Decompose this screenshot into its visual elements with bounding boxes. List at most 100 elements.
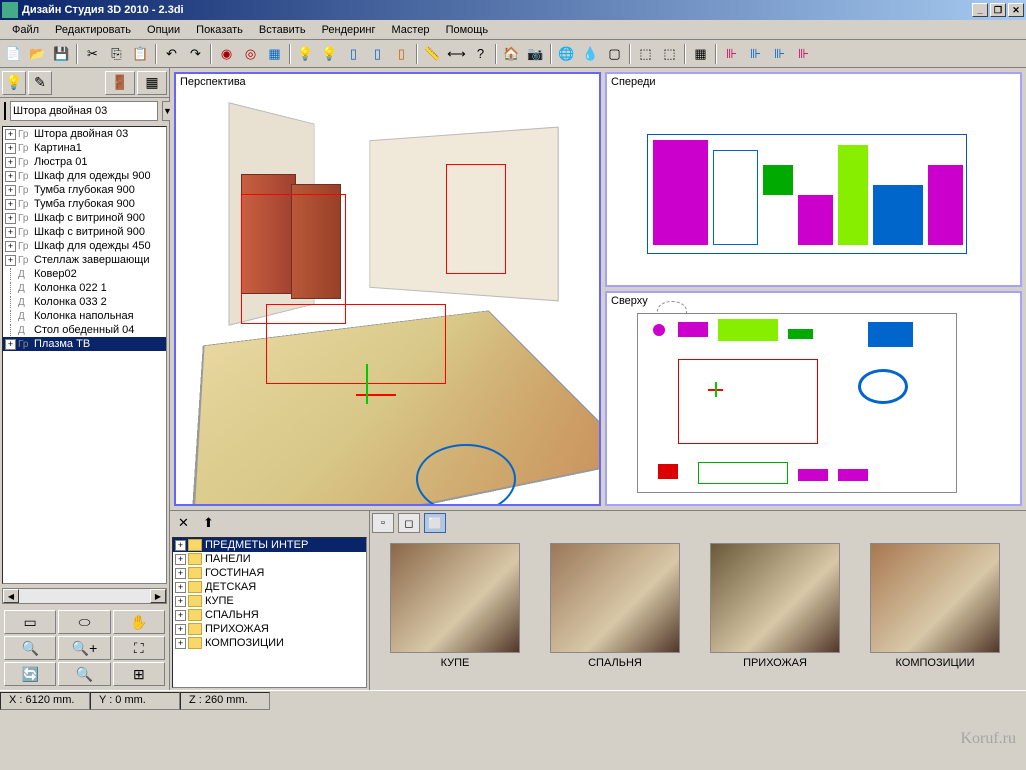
expand-icon[interactable]: +: [175, 610, 186, 621]
thumbnail[interactable]: КУПЕ: [390, 543, 520, 682]
category-item[interactable]: +ДЕТСКАЯ: [173, 580, 366, 594]
tree-item[interactable]: +ГрКартина1: [3, 141, 166, 155]
lamp2-icon[interactable]: 💡: [318, 43, 341, 65]
expand-icon[interactable]: +: [175, 596, 186, 607]
menu-help[interactable]: Помощь: [438, 22, 497, 38]
view1-icon[interactable]: ▯: [342, 43, 365, 65]
tree-item[interactable]: ДКовер02: [3, 267, 166, 281]
align1-icon[interactable]: ⊪: [720, 43, 743, 65]
expand-icon[interactable]: +: [175, 638, 186, 649]
redo-icon[interactable]: ↷: [184, 43, 207, 65]
help-icon[interactable]: ?: [469, 43, 492, 65]
tree-item[interactable]: +ГрШтора двойная 03: [3, 127, 166, 141]
expand-icon[interactable]: +: [5, 241, 16, 252]
open-icon[interactable]: 📂: [26, 43, 49, 65]
cut-icon[interactable]: ✂: [81, 43, 104, 65]
save-icon[interactable]: 💾: [50, 43, 73, 65]
perspective-viewport[interactable]: Перспектива: [174, 72, 601, 506]
align4-icon[interactable]: ⊪: [792, 43, 815, 65]
expand-icon[interactable]: +: [5, 171, 16, 182]
align2-icon[interactable]: ⊪: [744, 43, 767, 65]
copy-icon[interactable]: ⎘: [105, 43, 128, 65]
expand-icon[interactable]: +: [175, 568, 186, 579]
expand-icon[interactable]: +: [175, 624, 186, 635]
window-tool-icon[interactable]: ▦: [137, 71, 167, 95]
tree-item[interactable]: ДКолонка 033 2: [3, 295, 166, 309]
expand-icon[interactable]: +: [5, 157, 16, 168]
new-icon[interactable]: 📄: [2, 43, 25, 65]
pan-tool-icon[interactable]: ✋: [113, 610, 165, 634]
tree-item[interactable]: ДКолонка 022 1: [3, 281, 166, 295]
lasso-tool-icon[interactable]: ⬭: [58, 610, 110, 634]
category-item[interactable]: +КУПЕ: [173, 594, 366, 608]
expand-icon[interactable]: +: [5, 255, 16, 266]
zoom2-tool-icon[interactable]: 🔍: [58, 662, 110, 686]
thumbnail[interactable]: ПРИХОЖАЯ: [710, 543, 840, 682]
brush-tool-icon[interactable]: ✎: [28, 71, 52, 95]
tree-item[interactable]: +ГрТумба глубокая 900: [3, 183, 166, 197]
front-viewport[interactable]: Спереди: [605, 72, 1022, 287]
category-item[interactable]: +ГОСТИНАЯ: [173, 566, 366, 580]
render-icon[interactable]: ◉: [215, 43, 238, 65]
expand-icon[interactable]: +: [5, 129, 16, 140]
expand-icon[interactable]: +: [175, 554, 186, 565]
top-viewport[interactable]: Сверху: [605, 291, 1022, 506]
tree-item[interactable]: +ГрСтеллаж завершающи: [3, 253, 166, 267]
thumb-large-icon[interactable]: ⬜: [424, 513, 446, 533]
expand-icon[interactable]: +: [5, 339, 16, 350]
zoomall-tool-icon[interactable]: ⊞: [113, 662, 165, 686]
tree-hscroll[interactable]: ◀ ▶: [2, 588, 167, 604]
group-icon[interactable]: ⬚: [634, 43, 657, 65]
menu-render[interactable]: Рендеринг: [314, 22, 384, 38]
transform-gizmo[interactable]: [336, 364, 396, 424]
zoomin-tool-icon[interactable]: 🔍+: [58, 636, 110, 660]
object-selector[interactable]: [10, 101, 158, 121]
tree-item[interactable]: +ГрШкаф с витриной 900: [3, 225, 166, 239]
zoomfit-tool-icon[interactable]: ⛶: [113, 636, 165, 660]
expand-icon[interactable]: +: [5, 213, 16, 224]
zoom-tool-icon[interactable]: 🔍: [4, 636, 56, 660]
tree-item[interactable]: +ГрПлазма ТВ: [3, 337, 166, 351]
up-folder-icon[interactable]: ⬆: [197, 512, 220, 534]
category-item[interactable]: +КОМПОЗИЦИИ: [173, 636, 366, 650]
home-icon[interactable]: 🏠: [500, 43, 523, 65]
color-swatch[interactable]: [4, 102, 6, 120]
close-button[interactable]: ✕: [1008, 3, 1024, 17]
category-item[interactable]: +ПАНЕЛИ: [173, 552, 366, 566]
menu-options[interactable]: Опции: [139, 22, 188, 38]
grid-icon[interactable]: ▦: [689, 43, 712, 65]
category-item[interactable]: +ПРЕДМЕТЫ ИНТЕР: [173, 538, 366, 552]
menu-file[interactable]: Файл: [4, 22, 47, 38]
paste-icon[interactable]: 📋: [129, 43, 152, 65]
scroll-right-icon[interactable]: ▶: [150, 589, 166, 603]
ungroup-icon[interactable]: ⬚: [658, 43, 681, 65]
orbit-tool-icon[interactable]: 🔄: [4, 662, 56, 686]
tree-item[interactable]: ДСтол обеденный 04: [3, 323, 166, 337]
box-icon[interactable]: ▢: [603, 43, 626, 65]
close-panel-icon[interactable]: ✕: [172, 512, 195, 534]
tree-item[interactable]: +ГрЛюстра 01: [3, 155, 166, 169]
align3-icon[interactable]: ⊪: [768, 43, 791, 65]
minimize-button[interactable]: _: [972, 3, 988, 17]
expand-icon[interactable]: +: [5, 185, 16, 196]
expand-icon[interactable]: +: [5, 143, 16, 154]
thumbnail[interactable]: СПАЛЬНЯ: [550, 543, 680, 682]
expand-icon[interactable]: +: [5, 227, 16, 238]
tree-item[interactable]: +ГрШкаф для одежды 900: [3, 169, 166, 183]
scene-tree[interactable]: +ГрШтора двойная 03+ГрКартина1+ГрЛюстра …: [2, 126, 167, 584]
view3-icon[interactable]: ▯: [390, 43, 413, 65]
thumbnail[interactable]: КОМПОЗИЦИИ: [870, 543, 1000, 682]
category-item[interactable]: +ПРИХОЖАЯ: [173, 622, 366, 636]
thumb-med-icon[interactable]: ◻: [398, 513, 420, 533]
expand-icon[interactable]: +: [5, 199, 16, 210]
camera-icon[interactable]: 📷: [524, 43, 547, 65]
sphere-icon[interactable]: 🌐: [555, 43, 578, 65]
light-tool-icon[interactable]: 💡: [2, 71, 26, 95]
undo-icon[interactable]: ↶: [160, 43, 183, 65]
thumb-small-icon[interactable]: ▫: [372, 513, 394, 533]
tree-item[interactable]: +ГрШкаф для одежды 450: [3, 239, 166, 253]
tree-item[interactable]: ДКолонка напольная: [3, 309, 166, 323]
dim-icon[interactable]: ⟷: [445, 43, 468, 65]
render2-icon[interactable]: ◎: [239, 43, 262, 65]
scroll-left-icon[interactable]: ◀: [3, 589, 19, 603]
